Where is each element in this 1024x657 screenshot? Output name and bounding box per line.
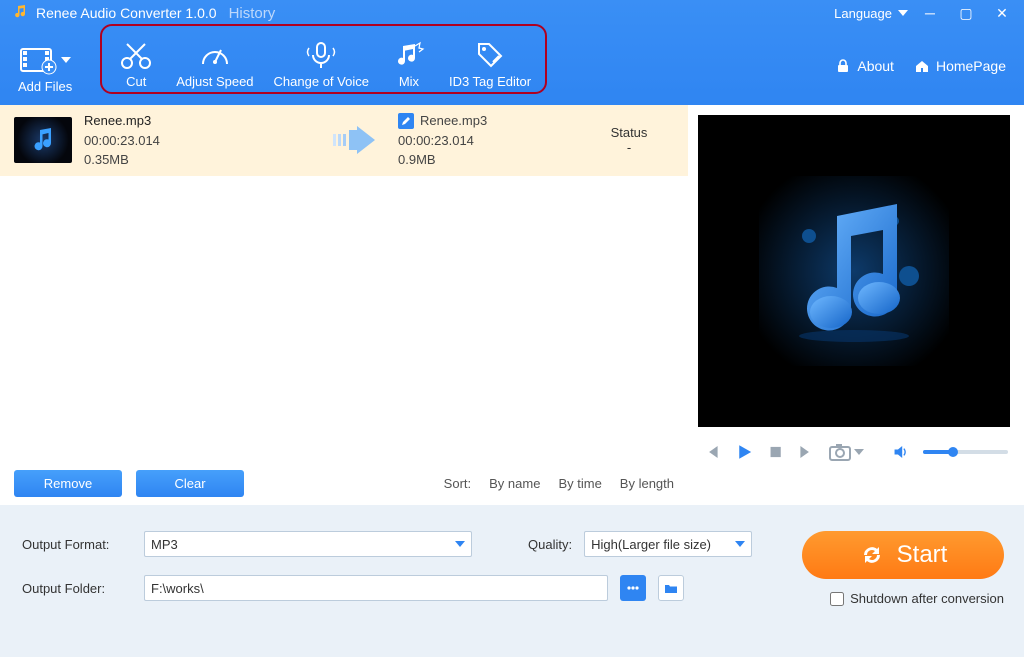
remove-button[interactable]: Remove <box>14 470 122 497</box>
chevron-down-icon <box>854 449 864 455</box>
microphone-icon <box>304 40 338 70</box>
destination-filename: Renee.mp3 <box>420 111 487 131</box>
about-label: About <box>857 58 894 74</box>
arrow-icon <box>326 126 386 154</box>
id3-tag-button[interactable]: ID3 Tag Editor <box>439 25 541 89</box>
stop-button[interactable] <box>768 443 783 461</box>
homepage-link[interactable]: HomePage <box>914 58 1006 74</box>
mix-label: Mix <box>399 74 419 89</box>
cut-button[interactable]: Cut <box>106 25 166 89</box>
chevron-down-icon <box>61 57 71 63</box>
quality-label: Quality: <box>528 537 572 552</box>
previous-button[interactable] <box>704 442 721 462</box>
cut-label: Cut <box>126 74 146 89</box>
status-header: Status <box>584 125 674 140</box>
folder-icon <box>664 581 678 595</box>
music-note-icon <box>759 176 949 366</box>
chevron-down-icon <box>898 10 908 16</box>
output-format-dropdown[interactable]: MP3 <box>144 531 472 557</box>
gauge-icon <box>199 40 231 70</box>
sort-by-length[interactable]: By length <box>620 476 674 491</box>
file-row[interactable]: Renee.mp3 00:00:23.014 0.35MB Re <box>0 105 688 176</box>
shutdown-checkbox-row[interactable]: Shutdown after conversion <box>830 591 1004 606</box>
source-info: Renee.mp3 00:00:23.014 0.35MB <box>84 111 314 170</box>
adjust-speed-button[interactable]: Adjust Speed <box>166 25 263 89</box>
add-files-label: Add Files <box>18 79 72 94</box>
minimize-button[interactable]: ─ <box>916 5 944 21</box>
maximize-button[interactable]: ▢ <box>952 5 980 22</box>
source-filename: Renee.mp3 <box>84 111 314 131</box>
music-mix-icon <box>393 40 425 70</box>
mix-button[interactable]: Mix <box>379 25 439 89</box>
open-folder-button[interactable] <box>658 575 684 601</box>
start-label: Start <box>897 541 948 569</box>
next-button[interactable] <box>797 442 814 462</box>
file-list: Renee.mp3 00:00:23.014 0.35MB Re <box>0 105 688 462</box>
shutdown-checkbox[interactable] <box>830 592 844 606</box>
language-dropdown[interactable]: Language <box>834 6 908 21</box>
lock-icon <box>835 58 851 74</box>
destination-info: Renee.mp3 00:00:23.014 0.9MB <box>398 111 572 170</box>
status-column: Status - <box>584 125 674 155</box>
film-add-icon <box>19 45 59 75</box>
camera-icon <box>828 442 852 462</box>
output-format-label: Output Format: <box>22 537 132 552</box>
start-button[interactable]: Start <box>802 531 1004 579</box>
status-value: - <box>584 140 674 155</box>
play-button[interactable] <box>735 441 754 463</box>
about-link[interactable]: About <box>835 58 894 74</box>
quality-dropdown[interactable]: High(Larger file size) <box>584 531 752 557</box>
volume-slider[interactable] <box>923 450 1008 454</box>
adjust-speed-label: Adjust Speed <box>176 74 253 89</box>
output-folder-value: F:\works\ <box>151 581 204 596</box>
app-title: Renee Audio Converter 1.0.0 <box>36 5 217 21</box>
scissors-icon <box>119 40 153 70</box>
history-link[interactable]: History <box>229 5 276 22</box>
snapshot-button[interactable] <box>828 442 864 462</box>
output-folder-input[interactable]: F:\works\ <box>144 575 608 601</box>
clear-button[interactable]: Clear <box>136 470 244 497</box>
refresh-icon <box>859 542 885 568</box>
app-logo-icon <box>12 4 28 23</box>
change-voice-button[interactable]: Change of Voice <box>264 25 379 89</box>
id3-label: ID3 Tag Editor <box>449 74 531 89</box>
destination-size: 0.9MB <box>398 150 572 170</box>
file-thumbnail <box>14 117 72 163</box>
output-folder-label: Output Folder: <box>22 581 132 596</box>
close-button[interactable]: ✕ <box>988 5 1016 22</box>
topbar: Renee Audio Converter 1.0.0 History Lang… <box>0 0 1024 105</box>
tools-highlight: Cut Adjust Speed Change of Voice <box>100 24 547 94</box>
language-label: Language <box>834 6 892 21</box>
edit-icon[interactable] <box>398 113 414 129</box>
volume-icon[interactable] <box>892 442 909 462</box>
shutdown-label: Shutdown after conversion <box>850 591 1004 606</box>
quality-value: High(Larger file size) <box>591 537 711 552</box>
chevron-down-icon <box>455 541 465 547</box>
change-voice-label: Change of Voice <box>274 74 369 89</box>
add-files-button[interactable]: Add Files <box>14 30 82 94</box>
sort-by-name[interactable]: By name <box>489 476 540 491</box>
sort-label: Sort: <box>444 476 471 491</box>
sort-by-time[interactable]: By time <box>558 476 601 491</box>
source-size: 0.35MB <box>84 150 314 170</box>
home-icon <box>914 58 930 74</box>
destination-duration: 00:00:23.014 <box>398 131 572 151</box>
homepage-label: HomePage <box>936 58 1006 74</box>
ellipsis-icon <box>626 581 640 595</box>
chevron-down-icon <box>735 541 745 547</box>
tag-icon <box>473 40 507 70</box>
browse-folder-button[interactable] <box>620 575 646 601</box>
source-duration: 00:00:23.014 <box>84 131 314 151</box>
preview-pane <box>698 115 1010 427</box>
output-format-value: MP3 <box>151 537 178 552</box>
